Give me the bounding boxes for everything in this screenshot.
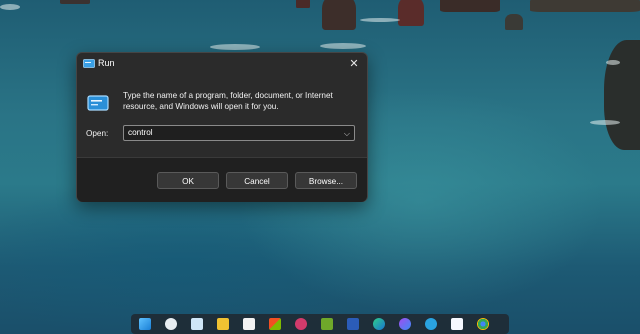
browse-button[interactable]: Browse...	[295, 172, 357, 189]
open-input[interactable]	[128, 126, 338, 140]
photos-icon[interactable]	[295, 318, 307, 330]
open-label: Open:	[86, 129, 109, 138]
snipping-icon[interactable]	[243, 318, 255, 330]
wave-foam	[590, 120, 620, 125]
window-title: Run	[98, 58, 115, 68]
ok-button[interactable]: OK	[157, 172, 219, 189]
open-combobox[interactable]: ⌵	[123, 125, 355, 141]
zalo-icon[interactable]	[451, 318, 463, 330]
sea-rock	[296, 0, 310, 8]
wave-foam	[360, 18, 400, 22]
chevron-down-icon[interactable]: ⌵	[344, 127, 350, 140]
cliff-rock	[604, 40, 640, 150]
store-icon[interactable]	[269, 318, 281, 330]
file-explorer-icon[interactable]	[217, 318, 229, 330]
close-button[interactable]: ✕	[347, 57, 361, 71]
start-icon[interactable]	[139, 318, 151, 330]
chrome-icon[interactable]	[477, 318, 489, 330]
wave-foam	[210, 44, 260, 50]
run-dialog: Run ✕ Type the name of a program, folder…	[76, 52, 368, 202]
telegram-icon[interactable]	[425, 318, 437, 330]
sea-rock	[398, 0, 424, 26]
vim-icon[interactable]	[321, 318, 333, 330]
word-icon[interactable]	[347, 318, 359, 330]
wave-foam	[320, 43, 366, 49]
taskbar	[131, 314, 509, 334]
weather-icon[interactable]	[165, 318, 177, 330]
dialog-footer: OK Cancel Browse...	[77, 157, 367, 202]
dialog-description: Type the name of a program, folder, docu…	[123, 91, 333, 111]
run-icon	[83, 59, 95, 68]
edge-icon[interactable]	[373, 318, 385, 330]
wave-foam	[606, 60, 620, 65]
sea-rock	[322, 0, 356, 30]
sea-rock	[505, 14, 523, 30]
sea-rock	[60, 0, 90, 4]
notepad-icon[interactable]	[191, 318, 203, 330]
title-bar[interactable]: Run ✕	[77, 53, 367, 75]
sea-rock	[530, 0, 640, 12]
messenger-icon[interactable]	[399, 318, 411, 330]
run-program-icon	[87, 95, 109, 111]
sea-rock	[440, 0, 500, 12]
cancel-button[interactable]: Cancel	[226, 172, 288, 189]
wave-foam	[0, 4, 20, 10]
